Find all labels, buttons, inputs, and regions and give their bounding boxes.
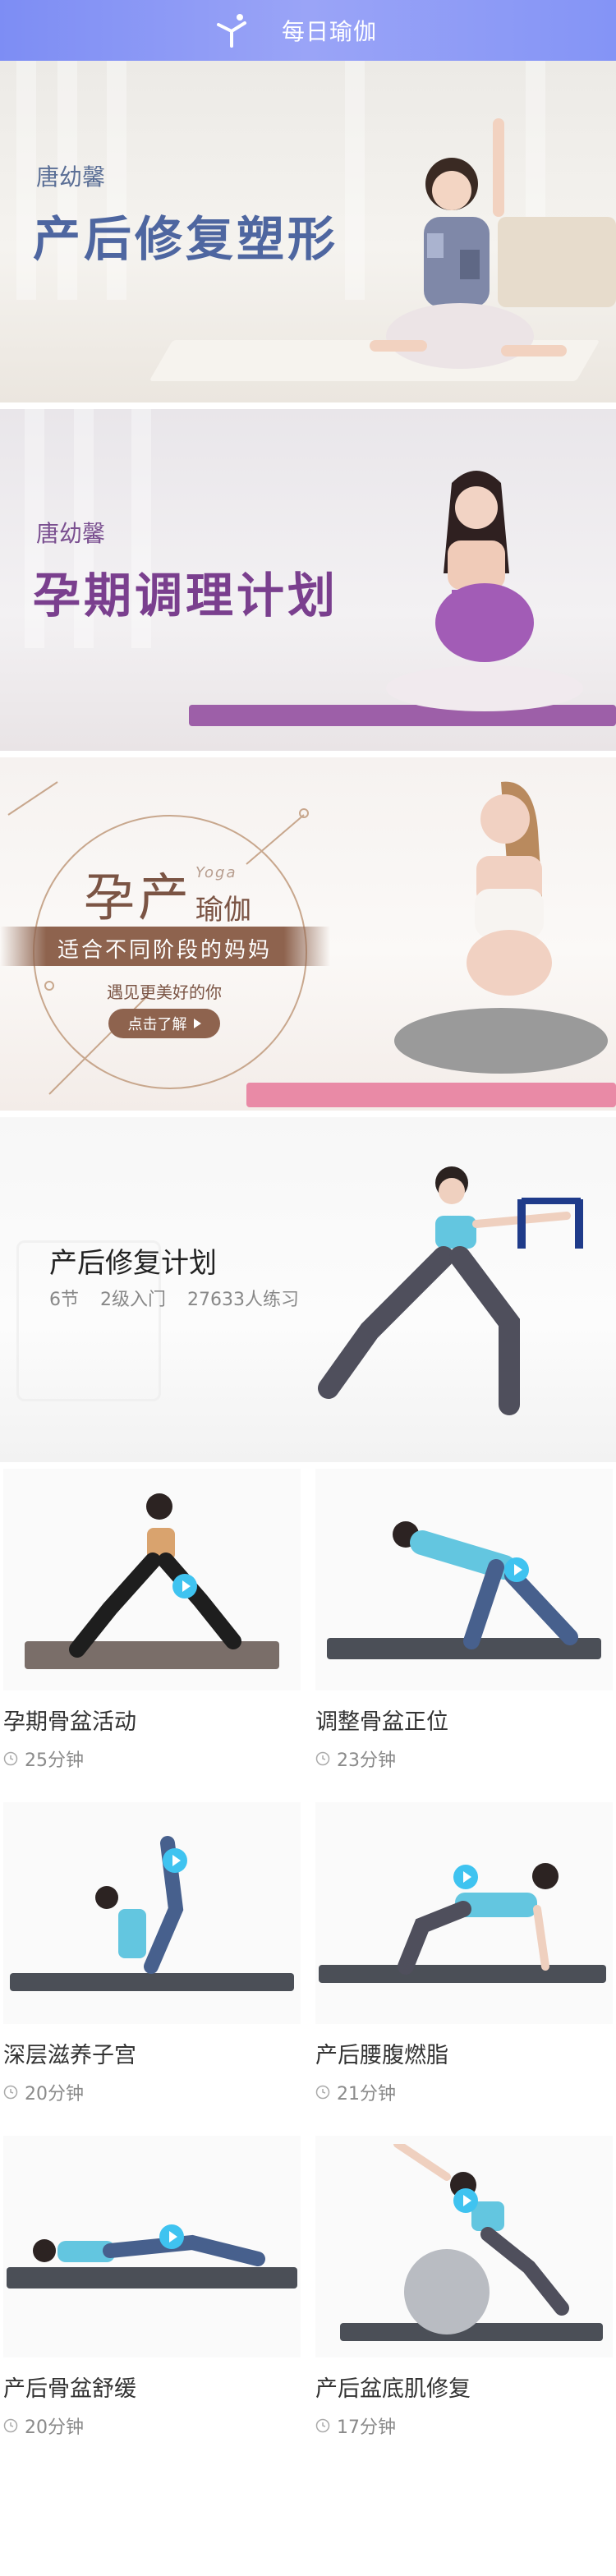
banner-pregnancy-plan[interactable]: 唐幼馨 孕期调理计划 xyxy=(0,409,616,751)
plan-level: 2级入门 xyxy=(100,1290,166,1310)
play-arrow-icon xyxy=(193,1019,201,1028)
course-grid: 孕期骨盆活动 25分钟 调整骨盆正位 23分钟 深层滋养子宫 20分钟 产后腰腹… xyxy=(0,1462,616,2469)
course-duration: 20分钟 xyxy=(3,2413,301,2439)
course-duration: 20分钟 xyxy=(3,2079,301,2105)
course-title: 产后腰腹燃脂 xyxy=(315,2043,448,2068)
clock-icon xyxy=(315,1751,330,1766)
play-icon[interactable] xyxy=(172,1574,197,1598)
clock-icon xyxy=(315,2085,330,2100)
play-icon[interactable] xyxy=(453,1865,478,1889)
course-card[interactable]: 调整骨盆正位 23分钟 xyxy=(315,1469,613,1802)
learn-more-label: 点击了解 xyxy=(127,1016,187,1033)
banner-headline: 孕期调理计划 xyxy=(33,568,339,623)
course-card[interactable]: 孕期骨盆活动 25分钟 xyxy=(3,1469,301,1802)
page-title: 每日瑜伽 xyxy=(281,18,377,45)
yoga-pose-icon xyxy=(217,14,246,48)
course-title: 调整骨盆正位 xyxy=(315,1709,448,1735)
banner-tagline: 遇见更美好的你 xyxy=(107,982,222,1002)
learn-more-button[interactable]: 点击了解 xyxy=(108,1009,220,1038)
course-thumbnail xyxy=(315,2136,613,2358)
instructor-name: 唐幼馨 xyxy=(36,163,106,191)
clock-icon xyxy=(3,2418,18,2433)
course-duration: 21分钟 xyxy=(315,2079,613,2105)
instructor-figure xyxy=(370,118,567,369)
banner-maternity-yoga[interactable]: 孕产 Yoga 瑜伽 适合不同阶段的妈妈 遇见更美好的你 点击了解 xyxy=(0,757,616,1111)
banner-big-text: 孕产 xyxy=(84,867,193,927)
yoga-english-label: Yoga xyxy=(195,864,237,881)
course-card[interactable]: 深层滋养子宫 20分钟 xyxy=(3,1802,301,2136)
banner-postpartum-repair[interactable]: 唐幼馨 产后修复塑形 xyxy=(0,61,616,402)
plan-meta: 6节 2级入门 27633人练习 xyxy=(49,1285,299,1311)
course-title: 产后骨盆舒缓 xyxy=(3,2376,136,2402)
play-icon[interactable] xyxy=(159,2224,184,2249)
course-duration: 25分钟 xyxy=(3,1746,301,1772)
course-card[interactable]: 产后盆底肌修复 17分钟 xyxy=(315,2136,613,2469)
instructor-name: 唐幼馨 xyxy=(36,520,106,547)
plan-practitioners: 27633人练习 xyxy=(187,1290,299,1310)
play-icon[interactable] xyxy=(453,2188,478,2213)
course-card[interactable]: 产后骨盆舒缓 20分钟 xyxy=(3,2136,301,2469)
course-duration: 23分钟 xyxy=(315,1746,613,1772)
yoga-chinese-label: 瑜伽 xyxy=(195,894,251,927)
banner-headline: 产后修复塑形 xyxy=(33,211,339,267)
course-title: 深层滋养子宫 xyxy=(3,2043,136,2068)
instructor-figure xyxy=(318,1166,583,1415)
banner-ribbon: 适合不同阶段的妈妈 xyxy=(0,927,330,966)
course-thumbnail xyxy=(315,1802,613,2024)
ribbon-text: 适合不同阶段的妈妈 xyxy=(57,938,273,963)
course-thumbnail xyxy=(3,1802,301,2024)
course-title: 产后盆底肌修复 xyxy=(315,2376,471,2402)
play-icon[interactable] xyxy=(163,1848,187,1873)
play-icon[interactable] xyxy=(504,1557,529,1582)
course-thumbnail xyxy=(315,1469,613,1690)
plan-title: 产后修复计划 xyxy=(49,1247,217,1280)
clock-icon xyxy=(3,2085,18,2100)
course-title: 孕期骨盆活动 xyxy=(3,1709,136,1735)
clock-icon xyxy=(315,2418,330,2433)
plan-card[interactable]: 产后修复计划 6节 2级入门 27633人练习 xyxy=(0,1117,616,1462)
plan-sessions: 6节 xyxy=(49,1290,79,1310)
course-thumbnail xyxy=(3,1469,301,1690)
app-header: 每日瑜伽 xyxy=(0,0,616,61)
course-thumbnail xyxy=(3,2136,301,2358)
model-figure xyxy=(394,781,608,1074)
clock-icon xyxy=(3,1751,18,1766)
instructor-figure xyxy=(386,471,583,711)
course-duration: 17分钟 xyxy=(315,2413,613,2439)
course-card[interactable]: 产后腰腹燃脂 21分钟 xyxy=(315,1802,613,2136)
